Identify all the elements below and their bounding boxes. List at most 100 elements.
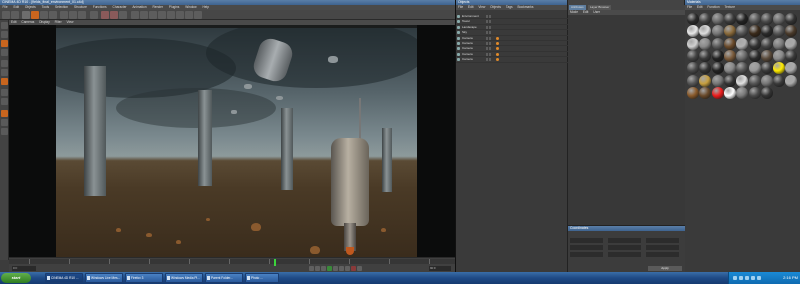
material-swatch[interactable]: [760, 13, 773, 25]
attributes-menu-mode[interactable]: Mode: [570, 10, 578, 14]
material-swatch[interactable]: [699, 86, 712, 99]
objects-menu-edit[interactable]: Edit: [468, 5, 474, 9]
material-swatch[interactable]: [736, 25, 749, 38]
material-swatch[interactable]: [760, 37, 773, 50]
material-swatch[interactable]: [748, 37, 761, 50]
3d-viewport[interactable]: [9, 25, 455, 257]
light-icon[interactable]: [194, 11, 202, 19]
materials-menu-function[interactable]: Function: [707, 5, 719, 9]
material-swatch[interactable]: [785, 37, 798, 50]
materials-menu-texture[interactable]: Texture: [725, 5, 735, 9]
edges-mode-icon[interactable]: [1, 69, 8, 76]
objects-menu-file[interactable]: File: [458, 5, 463, 9]
position-y-field[interactable]: [570, 245, 603, 250]
material-swatch[interactable]: [785, 13, 798, 25]
next-key-icon[interactable]: [339, 266, 344, 271]
goto-start-icon[interactable]: [309, 266, 314, 271]
task-media-player[interactable]: Windows Media Pl...: [165, 273, 203, 283]
menu-structure[interactable]: Structure: [74, 5, 87, 9]
material-swatch[interactable]: [748, 74, 761, 87]
rotation-b-field[interactable]: [646, 252, 679, 257]
task-firefox[interactable]: Firefox 3: [125, 273, 163, 283]
material-swatch[interactable]: [711, 74, 724, 87]
material-swatch[interactable]: [760, 25, 773, 38]
material-swatch[interactable]: [736, 37, 749, 50]
material-swatch[interactable]: [748, 49, 761, 62]
material-swatch[interactable]: [711, 62, 724, 75]
material-swatch[interactable]: [699, 13, 712, 25]
viewport-menu-filter[interactable]: Filter: [55, 20, 62, 24]
workplane-icon[interactable]: [1, 49, 8, 56]
nurbs-icon[interactable]: [149, 11, 157, 19]
material-swatch[interactable]: [723, 74, 736, 87]
material-swatch[interactable]: [711, 13, 724, 25]
material-swatch[interactable]: [687, 62, 699, 75]
snap-icon[interactable]: [1, 110, 8, 117]
material-swatch[interactable]: [736, 49, 749, 62]
animation-mode-icon[interactable]: [1, 89, 8, 96]
menu-objects[interactable]: Objects: [25, 5, 36, 9]
material-swatch[interactable]: [723, 86, 736, 99]
scale-icon[interactable]: [40, 11, 48, 19]
menu-tools[interactable]: Tools: [42, 5, 49, 9]
task-photo[interactable]: Photo ...: [245, 273, 279, 283]
material-swatch[interactable]: [723, 37, 736, 50]
record-icon[interactable]: [351, 266, 356, 271]
material-swatch[interactable]: [723, 25, 736, 38]
viewport-menu-view[interactable]: View: [67, 20, 74, 24]
prev-frame-icon[interactable]: [321, 266, 326, 271]
menu-selection[interactable]: Selection: [55, 5, 68, 9]
size-y-field[interactable]: [608, 245, 641, 250]
attributes-menu-user[interactable]: User: [593, 10, 600, 14]
undo-icon[interactable]: [2, 11, 10, 19]
tweak-mode-icon[interactable]: [1, 98, 8, 105]
material-swatch[interactable]: [785, 74, 798, 87]
objects-menu-objects[interactable]: Objects: [490, 5, 501, 9]
timeline-end-field[interactable]: 90 F: [429, 266, 451, 271]
object-mode-icon[interactable]: [1, 31, 8, 38]
material-swatch[interactable]: [711, 49, 724, 62]
points-mode-icon[interactable]: [1, 60, 8, 67]
material-swatch[interactable]: [699, 37, 712, 50]
timeline-ruler[interactable]: [9, 259, 455, 266]
task-live-messenger[interactable]: Windows Live Mes...: [85, 273, 123, 283]
start-button[interactable]: start: [1, 273, 31, 283]
menu-window[interactable]: Window: [185, 5, 196, 9]
material-swatch[interactable]: [773, 13, 786, 25]
menu-animation[interactable]: Animation: [132, 5, 146, 9]
timeline[interactable]: 0 F 90 F: [9, 257, 455, 272]
model-mode-icon[interactable]: [1, 22, 8, 29]
material-swatch[interactable]: [773, 74, 786, 87]
task-cinema4d[interactable]: CINEMA 4D R10 ...: [45, 273, 83, 283]
security-icon[interactable]: [745, 276, 749, 280]
materials-menu-file[interactable]: File: [687, 5, 692, 9]
material-swatch[interactable]: [785, 49, 798, 62]
material-swatch[interactable]: [773, 49, 786, 62]
material-swatch[interactable]: [773, 62, 786, 75]
rotation-p-field[interactable]: [646, 245, 679, 250]
material-swatch[interactable]: [723, 49, 736, 62]
material-swatch[interactable]: [699, 25, 712, 38]
viewport-menu-cameras[interactable]: Cameras: [21, 20, 34, 24]
paint-icon[interactable]: [1, 128, 8, 135]
material-swatch[interactable]: [785, 25, 798, 38]
material-swatch[interactable]: [711, 25, 724, 38]
move-icon[interactable]: [31, 11, 39, 19]
target-tag-icon[interactable]: [496, 58, 499, 62]
timeline-start-field[interactable]: 0 F: [12, 266, 36, 271]
material-swatch[interactable]: [773, 37, 786, 50]
material-swatch[interactable]: [785, 62, 798, 75]
material-swatch[interactable]: [748, 62, 761, 75]
next-frame-icon[interactable]: [333, 266, 338, 271]
size-x-field[interactable]: [608, 238, 641, 243]
menu-plugins[interactable]: Plugins: [169, 5, 179, 9]
y-axis-icon[interactable]: [69, 11, 77, 19]
polygons-mode-icon[interactable]: [1, 78, 8, 85]
material-swatch[interactable]: [699, 49, 712, 62]
material-swatch[interactable]: [723, 62, 736, 75]
material-swatch[interactable]: [760, 74, 773, 87]
menu-character[interactable]: Character: [113, 5, 127, 9]
x-axis-icon[interactable]: [60, 11, 68, 19]
rotate-icon[interactable]: [49, 11, 57, 19]
material-swatch[interactable]: [723, 13, 736, 25]
